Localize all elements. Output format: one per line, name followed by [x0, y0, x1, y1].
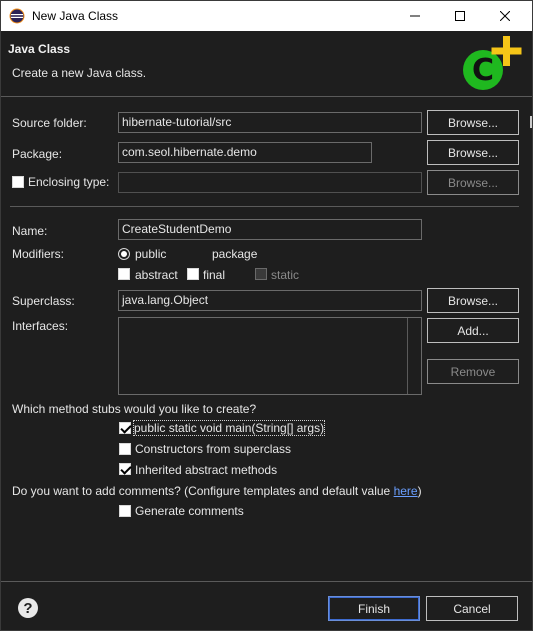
- constructors-label: Constructors from superclass: [135, 442, 292, 456]
- enclosing-type-checkbox[interactable]: [12, 176, 24, 188]
- interfaces-list[interactable]: [118, 317, 422, 395]
- window-title: New Java Class: [32, 9, 119, 23]
- final-checkbox[interactable]: [187, 268, 199, 280]
- final-label: final: [203, 268, 226, 282]
- abstract-label: abstract: [135, 268, 178, 282]
- superclass-input[interactable]: java.lang.Object: [118, 290, 422, 311]
- modifiers-label: Modifiers:: [12, 247, 65, 261]
- name-label: Name:: [12, 224, 48, 238]
- superclass-label: Superclass:: [12, 294, 75, 308]
- cancel-button[interactable]: Cancel: [426, 596, 518, 621]
- main-method-checkbox[interactable]: [119, 422, 131, 434]
- section-separator: [10, 206, 519, 207]
- main-method-label: public static void main(String[] args): [132, 420, 326, 436]
- source-folder-browse-button[interactable]: Browse...: [427, 110, 519, 135]
- maximize-icon: [454, 11, 465, 21]
- package-browse-button[interactable]: Browse...: [427, 140, 519, 165]
- wizard-banner: Java Class Create a new Java class. C: [1, 31, 532, 95]
- inherited-methods-checkbox[interactable]: [119, 463, 131, 475]
- enclosing-type-input[interactable]: [118, 172, 422, 193]
- stubs-question: Which method stubs would you like to cre…: [12, 402, 257, 416]
- static-checkbox[interactable]: [255, 268, 267, 280]
- minimize-button[interactable]: [392, 1, 437, 31]
- package-radio-label[interactable]: package: [212, 247, 257, 261]
- inherited-methods-label: Inherited abstract methods: [135, 463, 278, 477]
- public-radio-label: public: [135, 247, 167, 261]
- public-radio[interactable]: [118, 248, 130, 260]
- package-label: Package:: [12, 147, 63, 161]
- close-button[interactable]: [482, 1, 527, 31]
- finish-button[interactable]: Finish: [328, 596, 420, 621]
- help-icon[interactable]: ?: [18, 598, 38, 618]
- configure-templates-link[interactable]: here: [394, 484, 418, 498]
- superclass-browse-button[interactable]: Browse...: [427, 288, 519, 313]
- generate-comments-checkbox[interactable]: [119, 505, 131, 517]
- enclosing-type-browse-button[interactable]: Browse...: [427, 170, 519, 195]
- comments-question-end: ): [417, 484, 422, 498]
- close-icon: [499, 11, 510, 21]
- maximize-button[interactable]: [437, 1, 482, 31]
- svg-text:C: C: [472, 53, 494, 88]
- comments-question: Do you want to add comments? (Configure …: [12, 484, 422, 498]
- abstract-checkbox[interactable]: [118, 268, 130, 280]
- constructors-checkbox[interactable]: [119, 443, 131, 455]
- enclosing-type-label: Enclosing type:: [28, 175, 110, 189]
- wizard-heading: Java Class: [8, 42, 71, 56]
- interfaces-label: Interfaces:: [12, 319, 69, 333]
- banner-separator: [1, 96, 532, 97]
- minimize-icon: [409, 15, 420, 17]
- source-folder-input[interactable]: hibernate-tutorial/src: [118, 112, 422, 133]
- eclipse-icon: [9, 8, 25, 24]
- wizard-description: Create a new Java class.: [12, 66, 147, 80]
- footer-separator: [1, 581, 532, 582]
- interfaces-scrollbar[interactable]: [407, 318, 421, 394]
- remove-interface-button[interactable]: Remove: [427, 359, 519, 384]
- source-folder-label: Source folder:: [12, 116, 87, 130]
- title-bar: New Java Class: [1, 1, 532, 31]
- new-class-icon: C: [463, 36, 522, 90]
- package-input[interactable]: com.seol.hibernate.demo: [118, 142, 372, 163]
- comments-question-text: Do you want to add comments? (Configure …: [12, 484, 394, 498]
- add-interface-button[interactable]: Add...: [427, 318, 519, 343]
- edge-marker: [530, 116, 532, 128]
- generate-comments-label: Generate comments: [135, 504, 244, 518]
- new-java-class-dialog: New Java Class Java Class Create a new J…: [0, 0, 533, 631]
- static-label: static: [271, 268, 300, 282]
- class-name-input[interactable]: CreateStudentDemo: [118, 219, 422, 240]
